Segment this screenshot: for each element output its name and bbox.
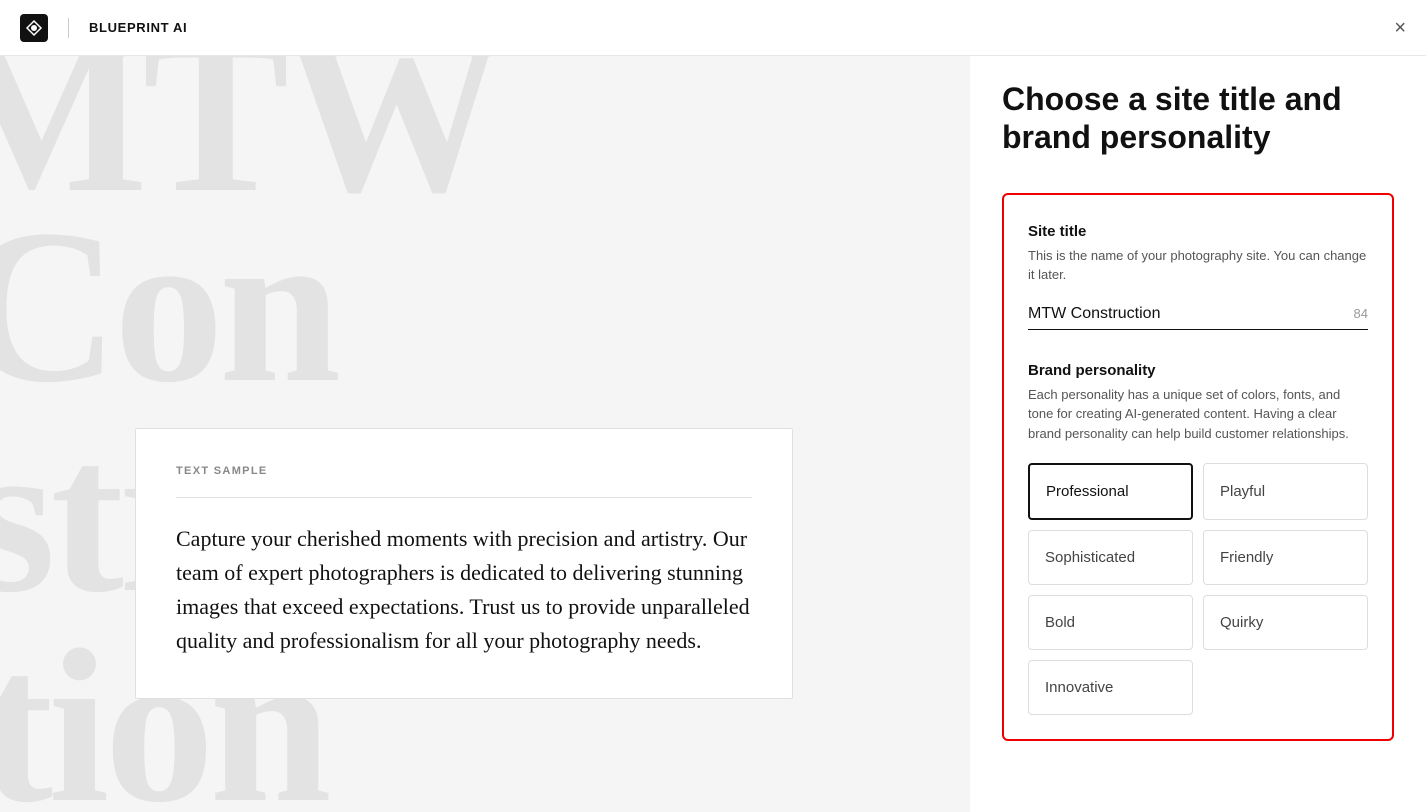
panel-heading: Choose a site title andbrand personality — [1002, 80, 1394, 157]
blueprint-logo-icon — [20, 14, 48, 42]
form-panel: Site title This is the name of your phot… — [1002, 193, 1394, 742]
right-panel: Choose a site title andbrand personality… — [970, 0, 1426, 812]
close-button[interactable]: × — [1394, 18, 1406, 38]
text-sample-card: TEXT SAMPLE Capture your cherished momen… — [135, 428, 793, 699]
brand-personality-description: Each personality has a unique set of col… — [1028, 385, 1368, 444]
app-name: BLUEPRINT AI — [89, 20, 187, 35]
brand-personality-label: Brand personality — [1028, 362, 1368, 379]
site-title-input[interactable] — [1028, 305, 1368, 323]
personality-option-innovative[interactable]: Innovative — [1028, 660, 1193, 715]
personality-option-professional[interactable]: Professional — [1028, 463, 1193, 520]
site-title-section: Site title This is the name of your phot… — [1028, 223, 1368, 330]
logo-area: BLUEPRINT AI — [20, 14, 187, 42]
personality-grid: Professional Playful Sophisticated Frien… — [1028, 463, 1368, 715]
bg-line-2: Con — [0, 180, 336, 433]
personality-option-quirky[interactable]: Quirky — [1203, 595, 1368, 650]
site-title-input-wrapper: 84 — [1028, 305, 1368, 330]
header-divider — [68, 18, 69, 38]
brand-personality-section: Brand personality Each personality has a… — [1028, 362, 1368, 716]
personality-option-bold[interactable]: Bold — [1028, 595, 1193, 650]
app-header: BLUEPRINT AI × — [0, 0, 1426, 56]
text-sample-body: Capture your cherished moments with prec… — [176, 522, 752, 658]
site-title-label: Site title — [1028, 223, 1368, 240]
personality-option-friendly[interactable]: Friendly — [1203, 530, 1368, 585]
text-sample-label: TEXT SAMPLE — [176, 465, 752, 477]
char-count: 84 — [1354, 306, 1368, 321]
personality-option-sophisticated[interactable]: Sophisticated — [1028, 530, 1193, 585]
site-title-description: This is the name of your photography sit… — [1028, 246, 1368, 285]
personality-option-playful[interactable]: Playful — [1203, 463, 1368, 520]
text-sample-divider — [176, 497, 752, 498]
